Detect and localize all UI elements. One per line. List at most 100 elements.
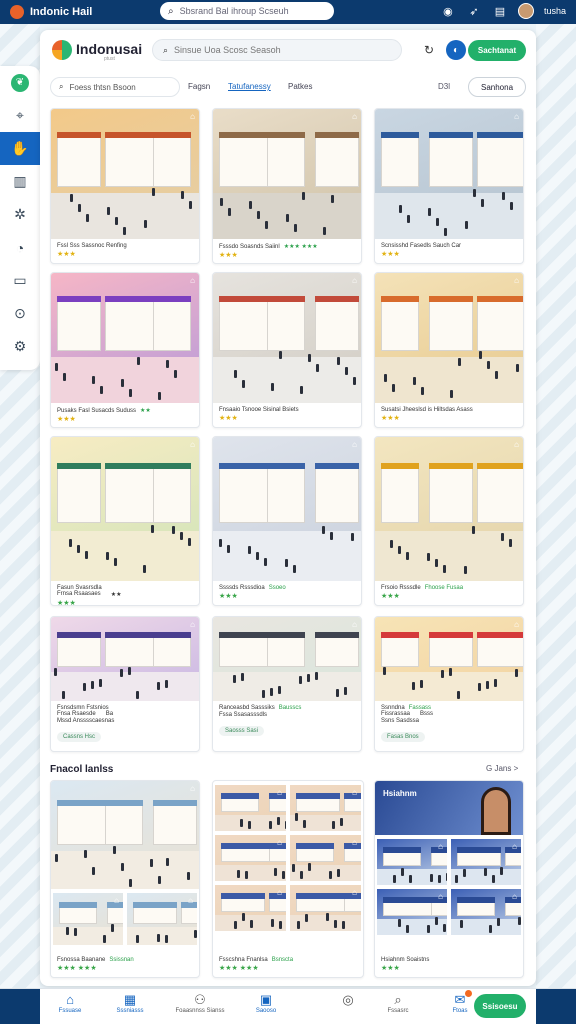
- bookmark-icon[interactable]: ⌂: [438, 892, 443, 901]
- filter-button[interactable]: Sanhona: [468, 77, 526, 97]
- floor: [375, 193, 523, 239]
- sidebar-item-map[interactable]: ⌖: [0, 99, 40, 132]
- user-avatar[interactable]: [517, 3, 534, 19]
- user-name[interactable]: tusha: [544, 6, 566, 16]
- bookmark-icon[interactable]: ⌂: [277, 888, 282, 897]
- storefront: [429, 296, 473, 351]
- tab-filter-2[interactable]: Patkes: [288, 82, 312, 91]
- bookmark-icon[interactable]: ⌂: [190, 440, 195, 449]
- store-card-title-text: Scnsisshd Fasedls Sauch Car: [381, 243, 462, 249]
- sidebar-item-stats[interactable]: ◔: [0, 231, 40, 264]
- storefront-sign: [381, 296, 419, 302]
- store-card[interactable]: ⌂ Fsssdo Soasnds Saiinl ★★★ ★★★ ★★★: [212, 108, 362, 264]
- featured-card[interactable]: Hsiahnm ⌂ ⌂ ⌂ ⌂ Hsiahnm Soaistns ★★★: [374, 780, 524, 978]
- rating-stars: ★★★: [219, 593, 238, 600]
- bookmark-icon[interactable]: ⌂: [190, 784, 195, 793]
- bookmark-icon[interactable]: ⌂: [188, 896, 193, 905]
- shopper: [427, 925, 430, 933]
- bottom-nav-item[interactable]: ⌕ Fssasrc: [368, 992, 428, 1014]
- bookmark-icon[interactable]: ⌂: [352, 276, 357, 285]
- store-card[interactable]: ⌂ Frsoio Rsssdle Fhoose Fusaa ★★★: [374, 436, 524, 606]
- bookmark-icon[interactable]: ⌂: [277, 838, 282, 847]
- floor: [51, 672, 199, 701]
- panel-header: Indonusai ptust ⌕ Sinsue Uoa Scosc Seaso…: [40, 30, 536, 70]
- shopper: [92, 376, 95, 384]
- store-card[interactable]: ⌂ Scnsisshd Fasedls Sauch Car ★★★: [374, 108, 524, 264]
- store-card[interactable]: ⌂ Fnsaaio Tsnooe Sisinal Bsiets ★★★: [212, 272, 362, 428]
- storefront-sign: [315, 463, 359, 469]
- featured-mini-image: ⌂: [290, 785, 361, 831]
- bottom-nav-item[interactable]: ▦ Sssniasss: [100, 992, 160, 1014]
- store-card[interactable]: ⌂ Fssl Sss Sassnoc Renfing ★★★: [50, 108, 200, 264]
- header-cta-button[interactable]: Sachtanat: [468, 40, 526, 61]
- tab-filter-0[interactable]: Fagsn: [188, 82, 210, 91]
- notifications-icon[interactable]: ◉: [440, 3, 456, 19]
- left-sidebar: ❦ ⌖ ✋ ▥ ✲ ◔ ▭ ⊙ ⚙: [0, 66, 40, 370]
- bookmark-icon[interactable]: ⌂: [514, 112, 519, 121]
- shopper: [158, 392, 161, 400]
- bookmark-icon[interactable]: ⌂: [352, 112, 357, 121]
- section-see-all-link[interactable]: G Jans >: [486, 764, 518, 773]
- top-search-input[interactable]: ⌕ Sbsrand Bal ihroup Scseuh: [160, 2, 334, 20]
- bookmark-icon[interactable]: ⌂: [190, 276, 195, 285]
- bookmark-icon[interactable]: ⌂: [352, 888, 357, 897]
- shopper: [99, 679, 102, 687]
- rating-stars: ★★★: [219, 415, 238, 422]
- bookmark-icon[interactable]: ⌂: [514, 620, 519, 629]
- store-card[interactable]: ⌂ Ranceasbd Sasssiks Bausscs Fssa Ssasasssd…: [212, 616, 362, 752]
- bottom-nav-item[interactable]: ▣ Saooso: [236, 992, 296, 1014]
- store-card[interactable]: ⌂ Ssssds Rsssdioa Ssoeo ★★★: [212, 436, 362, 606]
- featured-card[interactable]: ⌂ ⌂ ⌂ ⌂ ⌂ ⌂ Fsscshna Fnanlsa Bsnscta ★★★ ★★★: [212, 780, 364, 978]
- bookmark-icon[interactable]: ⌂: [512, 842, 517, 851]
- store-card-chip[interactable]: Fasas Bnos: [381, 732, 425, 742]
- store-card-chip[interactable]: Saosss Sasi: [219, 726, 265, 736]
- sidebar-item-stores[interactable]: ▥: [0, 165, 40, 198]
- featured-card[interactable]: ⌂ ⌂ ⌂ Fsnossa Baanane Ssissnan ★★★ ★★★: [50, 780, 200, 978]
- sidebar-item-home[interactable]: ❦: [0, 66, 40, 99]
- store-card[interactable]: ⌂ Fasun Svasrsdla Frnsa Rsaasaes ★★ ★★★: [50, 436, 200, 606]
- storefront: [105, 132, 155, 187]
- bookmark-icon[interactable]: ⌂: [114, 896, 119, 905]
- storefront-sign: [219, 132, 269, 138]
- rocket-icon[interactable]: ➶: [466, 3, 482, 19]
- store-card[interactable]: ⌂ Fsnsdsmn Fstsnios Fnsa Rsaesde Ba Mssd Ans…: [50, 616, 200, 752]
- tab-filter-1[interactable]: Tatufanessy: [228, 82, 271, 91]
- messages-icon[interactable]: ▤: [492, 3, 508, 19]
- background-decoration-right: [536, 24, 576, 988]
- store-card[interactable]: ⌂ Pusaks Fasl Susacds Suduss ★★ ★★★: [50, 272, 200, 428]
- bookmark-icon[interactable]: ⌂: [352, 838, 357, 847]
- bottom-nav-item[interactable]: ⌂ Fssuase: [40, 992, 100, 1014]
- shopper: [390, 540, 393, 548]
- sidebar-item-settings[interactable]: ⚙: [0, 330, 40, 363]
- bookmark-icon[interactable]: ⌂: [277, 788, 282, 797]
- refresh-icon[interactable]: ↻: [420, 41, 438, 59]
- bottom-nav-item[interactable]: ⚇ Foaasnnss Sianss: [170, 992, 230, 1014]
- filter-search-input[interactable]: ⌕ Foess thtsn Bsoon: [50, 77, 180, 97]
- featured-mini-image: ⌂: [377, 889, 447, 935]
- store-card[interactable]: ⌂ Ssnndna Fassass Fissrassaa Bsss Ssns Sasdss…: [374, 616, 524, 752]
- shopper: [515, 669, 518, 677]
- bookmark-icon[interactable]: ⌂: [352, 620, 357, 629]
- profile-icon[interactable]: ◐: [446, 40, 466, 60]
- sidebar-item-deals[interactable]: ✋: [0, 132, 40, 165]
- store-card-title-text: Ssssds Rsssdioa: [219, 585, 265, 591]
- sidebar-item-reports[interactable]: ▭: [0, 264, 40, 297]
- store-card-chip[interactable]: Cassns Hsc: [57, 732, 102, 742]
- bookmark-icon[interactable]: ⌂: [352, 788, 357, 797]
- bookmark-icon[interactable]: ⌂: [190, 112, 195, 121]
- bookmark-icon[interactable]: ⌂: [514, 440, 519, 449]
- bookmark-icon[interactable]: ⌂: [514, 276, 519, 285]
- sidebar-item-tools[interactable]: ✲: [0, 198, 40, 231]
- bookmark-icon[interactable]: ⌂: [190, 620, 195, 629]
- bottom-nav-label: Ftoas: [452, 1008, 468, 1014]
- bookmark-icon[interactable]: ⌂: [352, 440, 357, 449]
- bookmark-icon[interactable]: ⌂: [438, 842, 443, 851]
- shopper: [262, 690, 265, 698]
- shopper: [441, 670, 444, 678]
- bookmark-icon[interactable]: ⌂: [512, 892, 517, 901]
- bottom-cta-button[interactable]: Ssisoesu: [474, 994, 526, 1018]
- store-card[interactable]: ⌂ Susatsi Jheeslsd is Hiltsdas Asass ★★★: [374, 272, 524, 428]
- sidebar-item-location[interactable]: ⊙: [0, 297, 40, 330]
- rating-stars: ★★★: [57, 416, 76, 423]
- header-search-input[interactable]: ⌕ Sinsue Uoa Scosc Seasoh: [152, 39, 402, 61]
